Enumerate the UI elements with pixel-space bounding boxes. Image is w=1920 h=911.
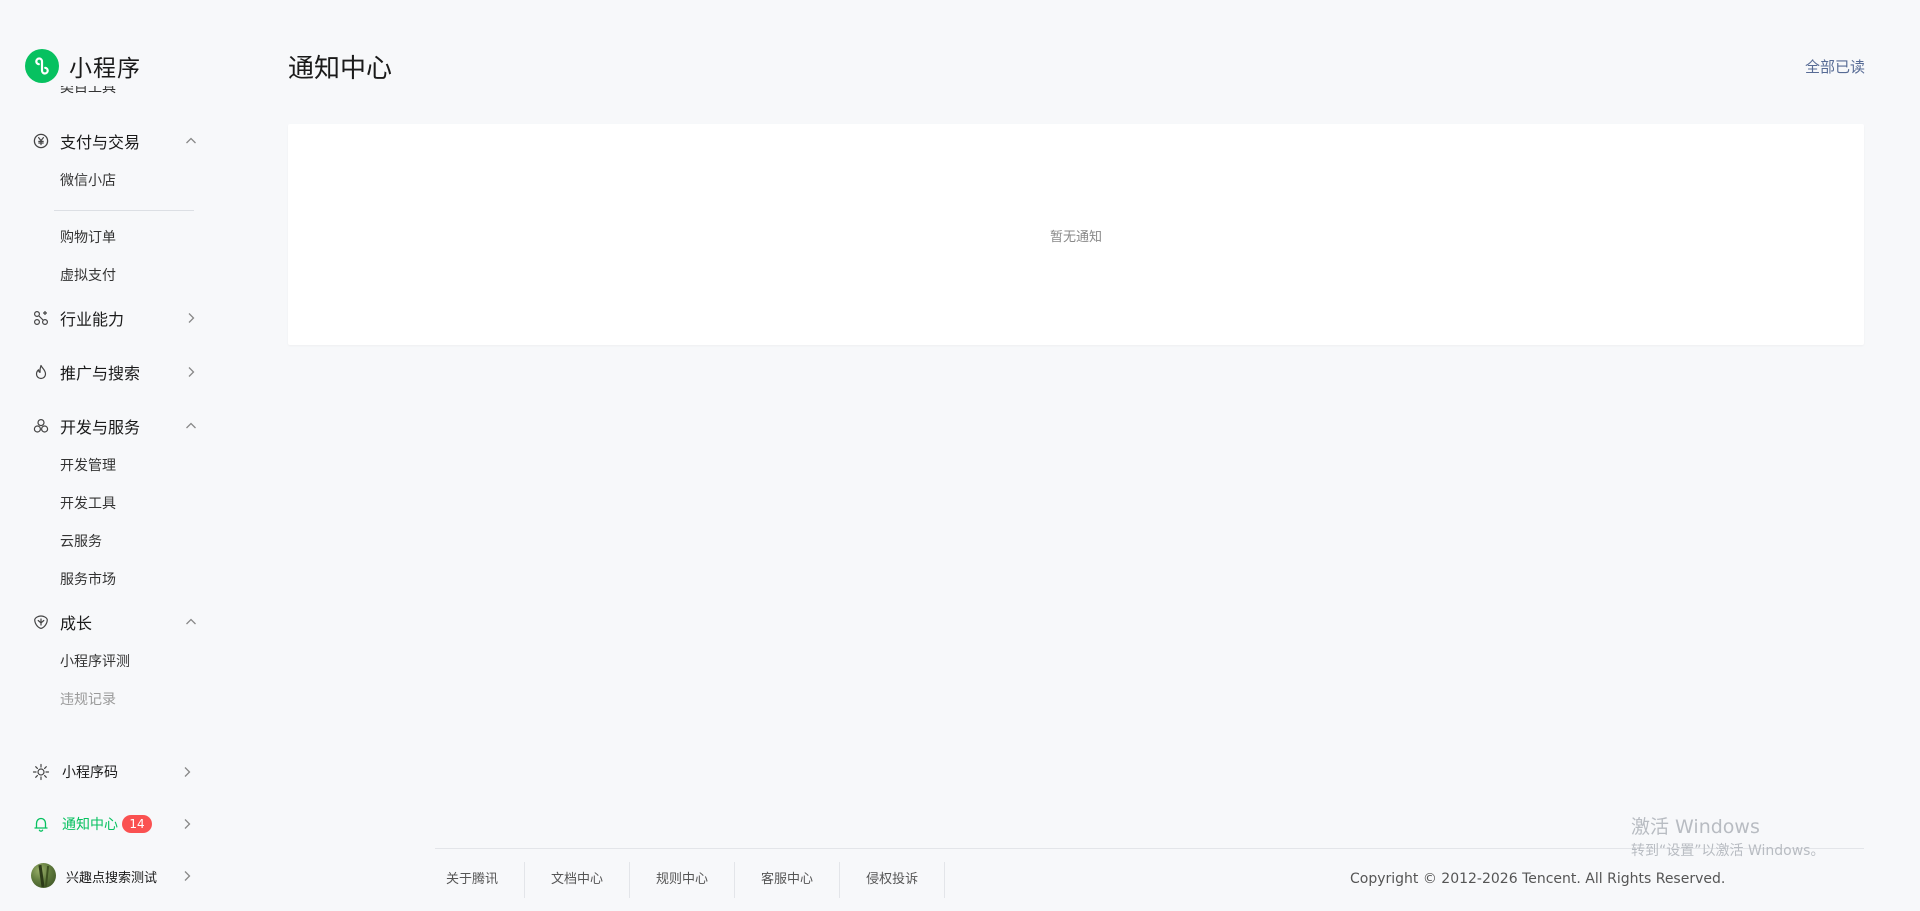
- sidebar-item-notification-center[interactable]: 通知中心 14: [0, 809, 216, 839]
- footer-link-rules[interactable]: 规则中心: [640, 862, 724, 898]
- flame-icon: [32, 363, 50, 381]
- footer-separator: [944, 862, 946, 898]
- sidebar-group-growth[interactable]: 成长: [0, 607, 216, 637]
- chevron-right-icon: [179, 764, 195, 780]
- chevron-right-icon: [183, 310, 199, 326]
- sidebar-item-service-market[interactable]: 服务市场: [60, 570, 116, 590]
- chevron-right-icon: [179, 816, 195, 832]
- copyright-text: Copyright © 2012-2026 Tencent. All Right…: [1350, 871, 1726, 887]
- footer-links: 关于腾讯 文档中心 规则中心 客服中心 侵权投诉: [430, 862, 955, 898]
- watermark-title: 激活 Windows: [1631, 816, 1760, 838]
- chevron-right-icon: [183, 364, 199, 380]
- sidebar-item-miniprogram-code[interactable]: 小程序码: [0, 757, 216, 787]
- page-title: 通知中心: [288, 54, 393, 84]
- sidebar-group-promotion[interactable]: 推广与搜索: [0, 357, 216, 387]
- chevron-up-icon: [183, 614, 199, 630]
- sidebar-group-industry[interactable]: 行业能力: [0, 303, 216, 333]
- yen-circle-icon: [32, 132, 50, 150]
- brand-name: 小程序: [69, 56, 141, 82]
- sidebar-group-label: 行业能力: [60, 310, 125, 329]
- footer-link-infringement[interactable]: 侵权投诉: [850, 862, 934, 898]
- footer-separator: [629, 862, 631, 898]
- sidebar-nav: 类目工具 支付与交易 微信小店 购物订单 虚拟支付 行业能力 推广与搜索 开发与…: [0, 86, 216, 726]
- miniprogram-logo-icon: [25, 49, 59, 83]
- sidebar-account[interactable]: 兴趣点搜索测试: [0, 861, 216, 891]
- sidebar-item-wechat-shop[interactable]: 微信小店: [60, 171, 116, 191]
- sidebar-item-miniprogram-review[interactable]: 小程序评测: [60, 652, 130, 672]
- footer-separator: [524, 862, 526, 898]
- empty-state-text: 暂无通知: [1049, 230, 1102, 245]
- industry-nodes-icon: [32, 309, 50, 327]
- bell-icon: [32, 815, 50, 833]
- chevron-up-icon: [183, 418, 199, 434]
- sidebar-group-label: 开发与服务: [60, 418, 141, 437]
- footer-link-support[interactable]: 客服中心: [745, 862, 829, 898]
- sidebar-group-label: 支付与交易: [60, 133, 141, 152]
- avatar: [31, 863, 56, 888]
- miniprogram-code-icon: [32, 763, 50, 781]
- windows-activation-watermark: 激活 Windows 转到“设置”以激活 Windows。: [1631, 815, 1824, 861]
- sidebar-group-label: 成长: [60, 614, 93, 633]
- footer-separator: [734, 862, 736, 898]
- sidebar-group-label: 推广与搜索: [60, 364, 141, 383]
- chevron-right-icon: [179, 868, 195, 884]
- sidebar-item-violation-records[interactable]: 违规记录: [60, 690, 116, 710]
- notification-list: 暂无通知: [288, 124, 1864, 345]
- sidebar-item-label: 通知中心: [62, 817, 118, 833]
- sidebar-item-category-tools[interactable]: 类目工具: [60, 86, 116, 97]
- sidebar-item-cloud-service[interactable]: 云服务: [60, 532, 102, 552]
- chevron-up-icon: [183, 133, 199, 149]
- growth-icon: [32, 613, 50, 631]
- brand[interactable]: 小程序: [25, 49, 141, 83]
- sidebar-item-label: 小程序码: [62, 765, 118, 781]
- footer-separator: [839, 862, 841, 898]
- sidebar-item-shopping-orders[interactable]: 购物订单: [60, 228, 116, 248]
- sidebar-group-dev-services[interactable]: 开发与服务: [0, 411, 216, 441]
- sidebar-group-payment[interactable]: 支付与交易: [0, 126, 216, 156]
- mark-all-read-link[interactable]: 全部已读: [1805, 56, 1865, 77]
- sidebar-item-dev-tools[interactable]: 开发工具: [60, 494, 116, 514]
- watermark-subtitle: 转到“设置”以激活 Windows。: [1631, 843, 1825, 859]
- unread-count-badge: 14: [122, 815, 152, 833]
- sidebar-divider: [54, 210, 194, 211]
- sidebar-item-virtual-payment[interactable]: 虚拟支付: [60, 266, 116, 286]
- footer-link-about-tencent[interactable]: 关于腾讯: [430, 862, 514, 898]
- footer-link-docs[interactable]: 文档中心: [535, 862, 619, 898]
- sidebar: 小程序 类目工具 支付与交易 微信小店 购物订单 虚拟支付 行业能力 推广与搜索…: [0, 0, 216, 911]
- cluster-icon: [32, 417, 50, 435]
- account-name: 兴趣点搜索测试: [66, 870, 158, 886]
- sidebar-item-dev-management[interactable]: 开发管理: [60, 456, 116, 476]
